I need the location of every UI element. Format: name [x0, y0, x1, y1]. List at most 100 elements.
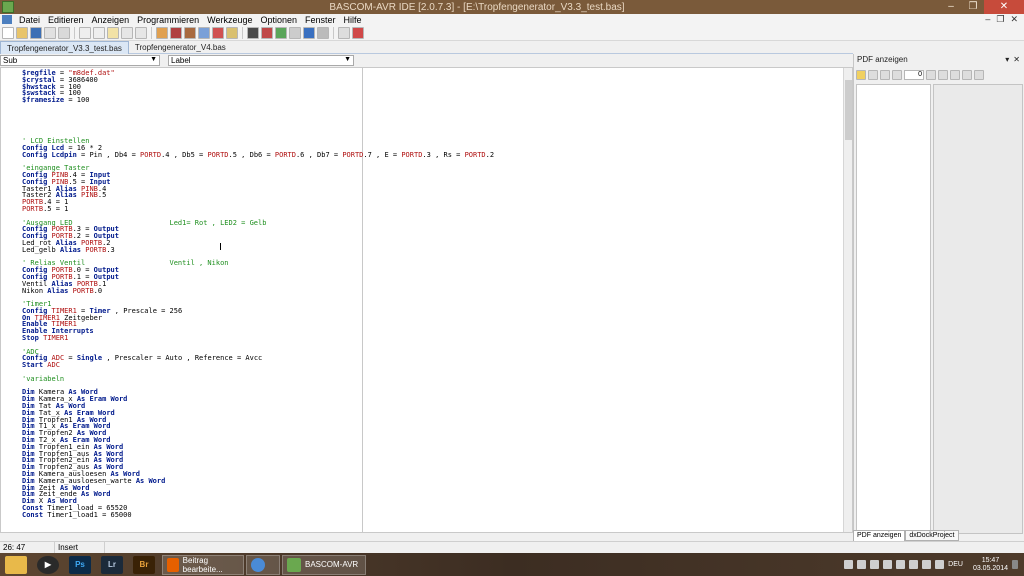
title-bar: BASCOM-AVR IDE [2.0.7.3] - [E:\Tropfenge… [0, 0, 1024, 14]
close-button[interactable]: ✕ [984, 0, 1024, 14]
code-editor[interactable]: $regfile = "m8def.dat" $crystal = 3686400… [0, 67, 853, 533]
stop-icon[interactable] [212, 26, 224, 39]
taskbar-firefox[interactable]: Beitrag bearbeite... [162, 554, 244, 575]
code-token: , Prescaler = Auto , Reference = Avcc [102, 354, 263, 363]
menu-optionen[interactable]: Optionen [256, 15, 301, 25]
printer-icon[interactable] [857, 560, 867, 569]
open-pdf-icon[interactable] [856, 70, 866, 80]
previous-page-icon[interactable] [892, 70, 902, 80]
lightroom-icon[interactable]: Lr [101, 555, 123, 574]
zoom-in-icon[interactable] [950, 70, 960, 80]
bookmark-icon[interactable] [261, 26, 273, 39]
save-icon[interactable] [30, 26, 42, 39]
document-icon[interactable] [2, 15, 12, 24]
app-icon[interactable] [2, 1, 14, 13]
page-number-field[interactable]: 0 [904, 70, 924, 80]
panel-title: PDF anzeigen [857, 55, 908, 64]
pdf-view-pane[interactable] [933, 84, 1023, 534]
toolbar-separator [333, 26, 334, 39]
next-page-icon[interactable] [926, 70, 936, 80]
simulate-icon[interactable] [184, 26, 196, 39]
minimize-button[interactable]: – [940, 0, 962, 14]
cut-icon[interactable] [79, 26, 91, 39]
network-icon[interactable] [883, 560, 893, 569]
menu-editieren[interactable]: Editieren [44, 15, 88, 25]
taskbar-bascom[interactable]: BASCOM-AVR [282, 554, 366, 575]
battery-icon[interactable] [935, 560, 945, 569]
panel-close-icon[interactable]: ✕ [1013, 55, 1020, 64]
menu-werkzeuge[interactable]: Werkzeuge [203, 15, 256, 25]
redo-icon[interactable] [135, 26, 147, 39]
tab-tropfengenerator-v4[interactable]: Tropfengenerator_V4.bas [129, 41, 232, 54]
code-token: Config Lcdpin [22, 150, 77, 159]
code-token: .2 [485, 150, 495, 159]
chevron-down-icon: ▼ [150, 56, 157, 63]
code-token: .5 = 1 [43, 204, 69, 213]
code-line: PORTB.5 = 1 [22, 204, 494, 213]
display-icon[interactable] [870, 560, 880, 569]
code-line: $crystal = 3686400 [22, 76, 494, 84]
status-bar: 26: 47 Insert [0, 541, 1024, 554]
chip-icon[interactable] [247, 26, 259, 39]
tab-dxdockproject[interactable]: dxDockProject [905, 530, 959, 541]
copy-icon[interactable] [93, 26, 105, 39]
vertical-scrollbar[interactable] [843, 68, 852, 532]
last-page-icon[interactable] [938, 70, 948, 80]
print-icon[interactable] [58, 26, 70, 39]
taskbar-chrome[interactable] [246, 554, 280, 575]
bridge-icon[interactable]: Br [133, 555, 155, 574]
zoom-out-icon[interactable] [962, 70, 972, 80]
tab-tropfengenerator-v3-3[interactable]: Tropfengenerator_V3.3_test.bas [0, 41, 129, 54]
menu-datei[interactable]: Datei [15, 15, 44, 25]
pin-icon[interactable]: ▾ [1005, 55, 1009, 64]
keyboard-icon[interactable] [844, 560, 854, 569]
mdi-restore-button[interactable]: ❐ [996, 14, 1004, 25]
program-chip-icon[interactable] [170, 26, 182, 39]
file-explorer-icon[interactable] [5, 555, 27, 574]
mdi-minimize-button[interactable]: – [985, 14, 990, 25]
code-token: = 100 [64, 96, 90, 105]
pdf-thumbnail-pane[interactable] [856, 84, 931, 534]
scrollbar-thumb[interactable] [845, 80, 852, 140]
code-content[interactable]: $regfile = "m8def.dat" $crystal = 3686400… [22, 70, 494, 519]
shield-icon[interactable] [896, 560, 906, 569]
language-indicator[interactable]: DEU [948, 561, 963, 568]
first-page-icon[interactable] [880, 70, 890, 80]
fit-page-icon[interactable] [974, 70, 984, 80]
paste-icon[interactable] [107, 26, 119, 39]
save-as-icon[interactable] [44, 26, 56, 39]
undo-icon[interactable] [121, 26, 133, 39]
dropdown-icon[interactable] [317, 26, 329, 39]
menu-programmieren[interactable]: Programmieren [133, 15, 203, 25]
compile-icon[interactable] [156, 26, 168, 39]
terminal-icon[interactable] [198, 26, 210, 39]
flag-icon[interactable] [909, 560, 919, 569]
label-combo[interactable]: Label ▼ [168, 55, 354, 66]
menu-anzeigen[interactable]: Anzeigen [88, 15, 134, 25]
print-pdf-icon[interactable] [868, 70, 878, 80]
syntax-check-icon[interactable] [275, 26, 287, 39]
toggle-icon[interactable] [289, 26, 301, 39]
chrome-icon [251, 557, 265, 572]
open-folder-icon[interactable] [16, 26, 28, 39]
sub-combo[interactable]: Sub ▼ [0, 55, 160, 66]
photoshop-icon[interactable]: Ps [69, 555, 91, 574]
tab-pdf-anzeigen[interactable]: PDF anzeigen [853, 530, 906, 541]
new-file-icon[interactable] [2, 26, 14, 39]
help-icon[interactable] [303, 26, 315, 39]
pdf-icon[interactable] [352, 26, 364, 39]
maximize-button[interactable]: ❐ [962, 0, 984, 14]
search-icon[interactable] [338, 26, 350, 39]
code-token: PINB [81, 191, 98, 200]
volume-icon[interactable] [922, 560, 932, 569]
system-tray: DEU 15:47 03.05.2014 [844, 557, 1024, 573]
show-desktop-button[interactable] [1012, 560, 1018, 569]
menu-fenster[interactable]: Fenster [301, 15, 340, 25]
options-icon[interactable] [226, 26, 238, 39]
mdi-close-button[interactable]: ✕ [1010, 14, 1018, 25]
clock[interactable]: 15:47 03.05.2014 [973, 557, 1008, 573]
menu-hilfe[interactable]: Hilfe [340, 15, 366, 25]
chevron-down-icon: ▼ [344, 56, 351, 63]
code-line: Start ADC [22, 362, 494, 369]
media-player-icon[interactable]: ▶ [37, 555, 59, 574]
